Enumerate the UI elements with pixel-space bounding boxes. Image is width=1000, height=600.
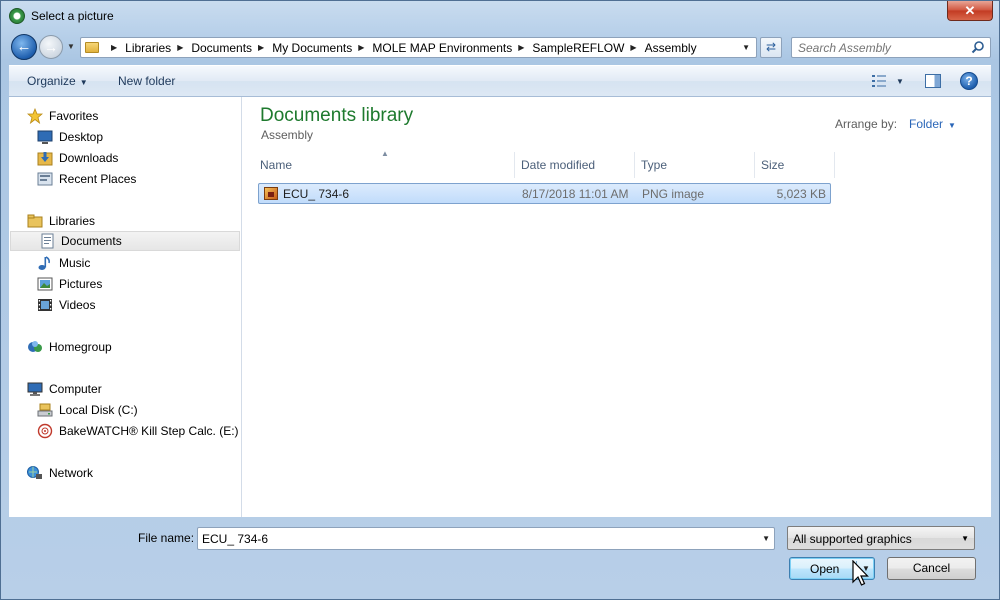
breadcrumb-root-arrow[interactable]: ▶	[105, 43, 125, 52]
sidebar-item-favorites[interactable]: Favorites	[27, 106, 98, 126]
sidebar-item-music[interactable]: Music	[37, 253, 90, 273]
recent-pages-dropdown[interactable]: ▼	[67, 42, 75, 51]
file-name-input[interactable]	[202, 532, 752, 546]
navigation-pane: Favorites Desktop Downloads Recent Place…	[9, 97, 242, 517]
file-date-modified: 8/17/2018 11:01 AM	[522, 187, 629, 201]
png-file-icon	[264, 187, 278, 200]
libraries-icon	[27, 214, 43, 228]
cancel-button[interactable]: Cancel	[887, 557, 976, 580]
videos-icon	[38, 299, 52, 311]
library-subtitle: Assembly	[261, 128, 314, 142]
organize-button[interactable]: Organize ▼	[27, 74, 88, 88]
forward-button[interactable]: →	[39, 35, 63, 59]
sidebar-item-desktop[interactable]: Desktop	[37, 127, 103, 147]
address-history-dropdown[interactable]: ▼	[742, 43, 750, 52]
file-row[interactable]: ECU_ 734-6 8/17/2018 11:01 AM PNG image …	[258, 183, 831, 204]
window-title: Select a picture	[31, 9, 114, 23]
sidebar-item-libraries[interactable]: Libraries	[27, 211, 95, 231]
views-dropdown[interactable]: ▼	[896, 77, 904, 86]
local-disk-icon	[37, 403, 53, 417]
star-icon	[27, 108, 43, 124]
help-icon[interactable]: ?	[960, 72, 978, 90]
breadcrumb-assembly[interactable]: Assembly	[645, 41, 697, 55]
sidebar-item-homegroup[interactable]: Homegroup	[27, 337, 112, 357]
column-header-size[interactable]: Size	[755, 152, 835, 178]
desktop-icon	[37, 130, 53, 144]
chevron-down-icon: ▼	[79, 78, 88, 87]
file-size: 5,023 KB	[776, 187, 826, 201]
new-folder-button[interactable]: New folder	[118, 74, 175, 88]
file-type: PNG image	[642, 187, 705, 201]
breadcrumb-my-documents[interactable]: My Documents ▶	[272, 41, 372, 55]
file-type-filter-select[interactable]: All supported graphics ▼	[787, 526, 975, 550]
chevron-down-icon: ▼	[961, 534, 969, 543]
cd-drive-icon	[37, 423, 53, 439]
back-icon: ←	[16, 38, 32, 55]
title-bar: Select a picture ✕	[1, 1, 999, 31]
sidebar-item-downloads[interactable]: Downloads	[37, 148, 118, 168]
chevron-down-icon: ▼	[948, 121, 956, 130]
breadcrumb-libraries[interactable]: Libraries ▶	[125, 41, 191, 55]
file-name: ECU_ 734-6	[283, 187, 350, 201]
downloads-icon	[37, 152, 53, 166]
refresh-icon: ⇄	[765, 40, 777, 54]
recent-places-icon	[37, 172, 53, 186]
mouse-cursor-icon	[852, 560, 869, 586]
app-icon	[9, 8, 25, 24]
folder-icon	[85, 42, 99, 53]
network-icon	[27, 466, 42, 479]
sidebar-item-pictures[interactable]: Pictures	[37, 274, 102, 294]
music-icon	[38, 256, 50, 270]
sidebar-item-videos[interactable]: Videos	[37, 295, 95, 315]
column-header-type[interactable]: Type	[635, 152, 755, 178]
command-bar: Organize ▼ New folder ▼ ?	[9, 65, 991, 97]
refresh-button[interactable]: ⇄	[760, 37, 782, 58]
search-input[interactable]	[798, 41, 966, 55]
file-name-combobox[interactable]: ▼	[197, 527, 775, 550]
breadcrumb-samplereflow[interactable]: SampleREFLOW ▶	[532, 41, 644, 55]
address-bar[interactable]: ▶ Libraries ▶ Documents ▶ My Documents ▶ MO…	[80, 37, 757, 58]
breadcrumb-mole-map[interactable]: MOLE MAP Environments ▶	[372, 41, 532, 55]
close-button[interactable]: ✕	[947, 1, 993, 21]
back-button[interactable]: ←	[11, 34, 37, 60]
column-header-date-modified[interactable]: Date modified	[515, 152, 635, 178]
column-header-name[interactable]: Name	[254, 152, 515, 178]
sidebar-item-computer[interactable]: Computer	[27, 379, 102, 399]
search-box[interactable]	[791, 37, 991, 58]
arrange-by-label: Arrange by:	[835, 117, 898, 131]
computer-icon	[27, 382, 43, 396]
sidebar-item-cd-drive[interactable]: BakeWATCH® Kill Step Calc. (E:)	[37, 421, 239, 441]
file-name-label: File name:	[138, 531, 195, 545]
sidebar-item-network[interactable]: Network	[27, 463, 93, 483]
sidebar-item-documents[interactable]: Documents	[10, 231, 240, 251]
homegroup-icon	[28, 341, 42, 352]
forward-icon: →	[44, 39, 58, 55]
preview-pane-icon[interactable]	[925, 74, 941, 88]
pictures-icon	[37, 277, 53, 291]
search-icon[interactable]	[971, 40, 985, 54]
breadcrumb-documents[interactable]: Documents ▶	[191, 41, 272, 55]
file-name-dropdown-icon[interactable]: ▼	[762, 534, 770, 543]
library-title: Documents library	[260, 105, 414, 126]
documents-icon	[41, 233, 54, 249]
views-icon[interactable]	[871, 74, 887, 88]
arrange-by-dropdown[interactable]: Folder ▼	[909, 117, 956, 131]
sidebar-item-recent-places[interactable]: Recent Places	[37, 169, 136, 189]
sidebar-item-local-disk[interactable]: Local Disk (C:)	[37, 400, 138, 420]
file-list-pane: Documents library Assembly Arrange by: F…	[242, 97, 991, 517]
file-dialog-window: Select a picture ✕ ← → ▼ ▶ Libraries ▶ Do…	[0, 0, 1000, 600]
close-icon: ✕	[964, 3, 976, 18]
